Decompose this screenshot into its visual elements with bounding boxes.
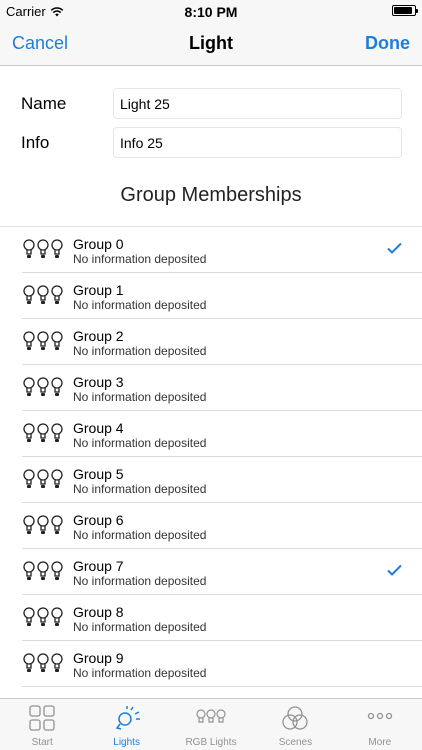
- group-row[interactable]: Group 3 No information deposited: [22, 365, 422, 411]
- group-list[interactable]: Group 0 No information deposited Group 1…: [0, 226, 422, 698]
- group-row[interactable]: Group 10 No information deposited: [22, 687, 422, 698]
- status-time: 8:10 PM: [184, 4, 238, 20]
- group-row[interactable]: Group 4 No information deposited: [22, 411, 422, 457]
- checkmark-icon: [387, 241, 402, 259]
- more-dots-icon: [366, 704, 394, 737]
- group-row[interactable]: Group 0 No information deposited: [22, 227, 422, 273]
- light-bulb-icon: [112, 704, 142, 737]
- three-bulbs-icon: [196, 704, 226, 737]
- group-name: Group 1: [73, 282, 124, 298]
- name-label: Name: [21, 94, 67, 113]
- circles-icon: [281, 704, 309, 737]
- tab-more[interactable]: More: [338, 699, 422, 750]
- name-row: Name: [0, 88, 422, 122]
- name-field[interactable]: [113, 88, 402, 119]
- group-name: Group 6: [73, 512, 124, 528]
- group-info: No information deposited: [73, 528, 207, 542]
- tab-start[interactable]: Start: [0, 699, 84, 750]
- group-name: Group 3: [73, 374, 124, 390]
- cancel-button[interactable]: Cancel: [12, 33, 68, 54]
- group-info: No information deposited: [73, 574, 207, 588]
- three-bulbs-icon: [22, 514, 64, 536]
- group-name: Group 7: [73, 558, 124, 574]
- group-row[interactable]: Group 1 No information deposited: [22, 273, 422, 319]
- group-info: No information deposited: [73, 344, 207, 358]
- tab-label: More: [368, 737, 392, 748]
- done-button[interactable]: Done: [365, 33, 410, 54]
- group-name: Group 5: [73, 466, 124, 482]
- group-row[interactable]: Group 9 No information deposited: [22, 641, 422, 687]
- group-info: No information deposited: [73, 252, 207, 266]
- three-bulbs-icon: [22, 606, 64, 628]
- tab-label: RGB Lights: [185, 737, 237, 748]
- three-bulbs-icon: [22, 330, 64, 352]
- group-row[interactable]: Group 6 No information deposited: [22, 503, 422, 549]
- group-row[interactable]: Group 8 No information deposited: [22, 595, 422, 641]
- tab-label: Start: [31, 737, 53, 748]
- group-info: No information deposited: [73, 436, 207, 450]
- three-bulbs-icon: [22, 376, 64, 398]
- group-info: No information deposited: [73, 390, 207, 404]
- tab-lights[interactable]: Lights: [84, 699, 168, 750]
- group-info: No information deposited: [73, 482, 207, 496]
- group-info: No information deposited: [73, 298, 207, 312]
- three-bulbs-icon: [22, 560, 64, 582]
- tab-label: Lights: [113, 737, 140, 748]
- status-bar: Carrier 8:10 PM: [0, 0, 422, 22]
- tab-label: Scenes: [278, 737, 313, 748]
- group-name: Group 4: [73, 420, 124, 436]
- grid-icon: [28, 704, 56, 737]
- group-row[interactable]: Group 5 No information deposited: [22, 457, 422, 503]
- group-info: No information deposited: [73, 666, 207, 680]
- three-bulbs-icon: [22, 652, 64, 674]
- section-title: Group Memberships: [120, 184, 302, 206]
- three-bulbs-icon: [22, 422, 64, 444]
- info-row: Info: [0, 127, 422, 161]
- group-row[interactable]: Group 7 No information deposited: [22, 549, 422, 595]
- tab-rgb-lights[interactable]: RGB Lights: [169, 699, 253, 750]
- tab-bar: Start Lights RGB Lights Scenes More: [0, 698, 422, 750]
- status-right: [392, 5, 418, 16]
- info-field[interactable]: [113, 127, 402, 158]
- tab-scenes[interactable]: Scenes: [253, 699, 337, 750]
- group-name: Group 2: [73, 328, 124, 344]
- battery-icon: [392, 5, 418, 16]
- navigation-bar: Cancel Light Done: [0, 22, 422, 66]
- three-bulbs-icon: [22, 238, 64, 260]
- group-row[interactable]: Group 2 No information deposited: [22, 319, 422, 365]
- battery-fill: [394, 7, 412, 14]
- group-info: No information deposited: [73, 620, 207, 634]
- group-name: Group 8: [73, 604, 124, 620]
- info-label: Info: [21, 133, 50, 152]
- group-name: Group 0: [73, 236, 124, 252]
- group-name: Group 9: [73, 650, 124, 666]
- three-bulbs-icon: [22, 468, 64, 490]
- three-bulbs-icon: [22, 284, 64, 306]
- checkmark-icon: [387, 563, 402, 581]
